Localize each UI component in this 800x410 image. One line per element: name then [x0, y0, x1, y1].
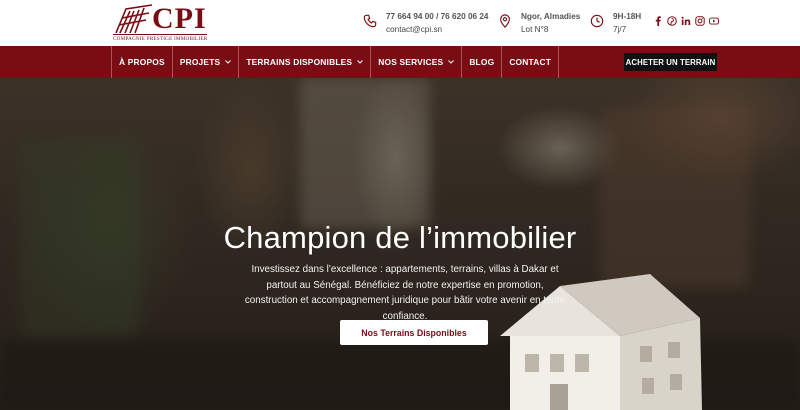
phone-info: 77 664 94 00 / 76 620 06 24 contact@cpi.…: [363, 10, 488, 36]
nav-item-label: TERRAINS DISPONIBLES: [246, 57, 353, 67]
hero-section: Champion de l’immobilier Investissez dan…: [0, 78, 800, 410]
nav-item-projets[interactable]: PROJETS: [173, 46, 240, 78]
pinterest-icon[interactable]: [667, 16, 677, 26]
hero-title: Champion de l’immobilier: [223, 220, 577, 255]
nav-item-a-propos[interactable]: À PROPOS: [112, 46, 173, 78]
hero-subtitle: Investissez dans l’excellence : appartem…: [244, 264, 566, 322]
youtube-icon[interactable]: [709, 16, 719, 26]
acheter-terrain-button[interactable]: ACHETER UN TERRAIN: [624, 53, 717, 71]
nav-item-terrains-disponibles[interactable]: TERRAINS DISPONIBLES: [239, 46, 372, 78]
logo-wordmark: CPI: [152, 2, 207, 35]
chevron-down-icon: [357, 60, 364, 64]
nos-terrains-button[interactable]: Nos Terrains Disponibles: [340, 320, 488, 345]
nav-item-label: PROJETS: [179, 57, 221, 67]
top-bar: CPI COMPAGNIE PRESTIGE IMMOBILIER 77 664…: [0, 0, 800, 46]
nav-item-label: BLOG: [469, 57, 495, 67]
phone-numbers[interactable]: 77 664 94 00 / 76 620 06 24: [386, 10, 488, 23]
address-line1: Ngor, Almadies: [521, 12, 581, 21]
chevron-down-icon: [225, 60, 232, 64]
logo[interactable]: CPI COMPAGNIE PRESTIGE IMMOBILIER: [112, 3, 220, 43]
nav-item-label: NOS SERVICES: [378, 57, 444, 67]
linkedin-icon[interactable]: [681, 16, 691, 26]
address-line2: Lot N°8: [521, 25, 549, 34]
nav-menu: À PROPOS PROJETS TERRAINS DISPONIBLES NO…: [111, 46, 560, 78]
location-pin-icon: [500, 14, 510, 28]
logo-grid-icon: [115, 4, 153, 34]
nav-item-label: CONTACT: [509, 57, 552, 67]
social-links: [653, 16, 719, 26]
nav-item-label: À PROPOS: [119, 57, 165, 67]
email-link[interactable]: contact@cpi.sn: [386, 23, 488, 36]
address-info: Ngor, Almadies Lot N°8: [498, 10, 580, 36]
phone-icon: [363, 14, 377, 28]
hours-info: 9H-18H 7j/7: [590, 10, 641, 36]
logo-tagline: COMPAGNIE PRESTIGE IMMOBILIER: [113, 34, 208, 42]
hours-line1: 9H-18H: [613, 12, 642, 21]
instagram-icon[interactable]: [695, 16, 705, 26]
clock-icon: [590, 14, 604, 28]
chevron-down-icon: [448, 60, 455, 64]
nav-item-contact[interactable]: CONTACT: [502, 46, 560, 78]
nav-item-blog[interactable]: BLOG: [462, 46, 503, 78]
nav-item-nos-services[interactable]: NOS SERVICES: [371, 46, 463, 78]
facebook-icon[interactable]: [653, 16, 663, 26]
hours-line2: 7j/7: [613, 25, 627, 34]
